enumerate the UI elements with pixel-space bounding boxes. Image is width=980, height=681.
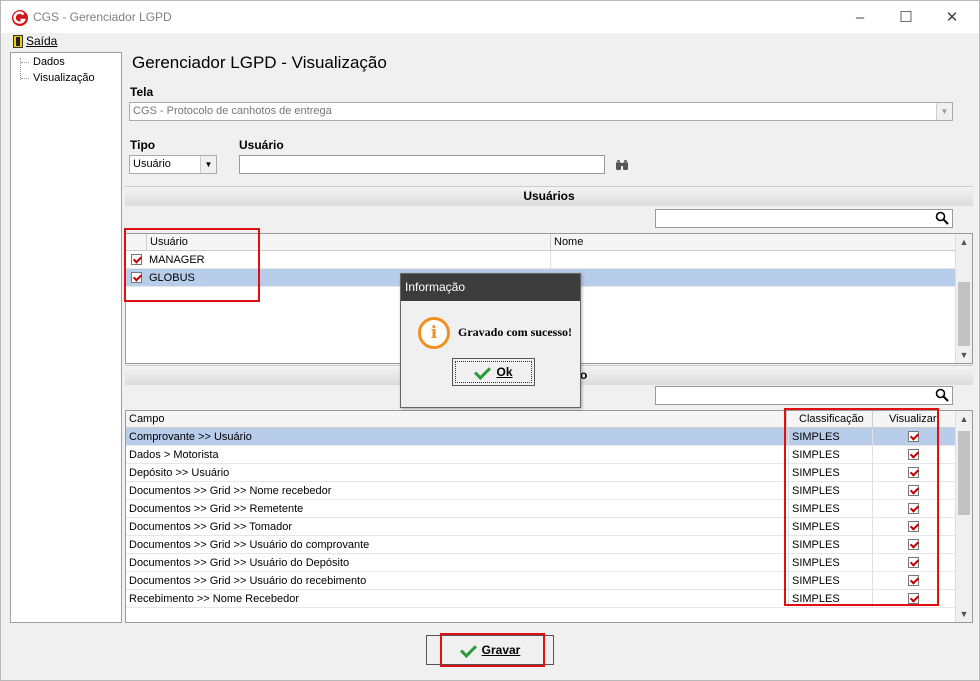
chevron-down-icon: ▼	[200, 156, 216, 173]
dialog-message: Gravado com sucesso!	[458, 325, 572, 339]
row-field: Documentos >> Grid >> Usuário do Depósit…	[129, 557, 350, 569]
title-bar: CGS - Gerenciador LGPD – ☐ ✕	[1, 1, 979, 33]
check-icon	[474, 365, 490, 379]
column-header-campo[interactable]: Campo	[126, 411, 786, 428]
search-icon[interactable]	[935, 211, 949, 225]
info-dialog: Informação i Gravado com sucesso! Ok	[400, 273, 581, 408]
scroll-thumb[interactable]	[958, 431, 970, 515]
scroll-up-icon[interactable]: ▲	[956, 411, 972, 427]
scroll-thumb[interactable]	[958, 282, 970, 346]
app-logo-icon	[12, 10, 28, 26]
column-header-nome[interactable]: Nome	[550, 234, 956, 251]
app-window: CGS - Gerenciador LGPD – ☐ ✕ Saída Dados…	[0, 0, 980, 681]
exit-door-icon	[13, 34, 23, 48]
user-label: Usuário	[239, 138, 284, 152]
users-search-input[interactable]	[655, 209, 953, 228]
minimize-button[interactable]: –	[837, 1, 883, 33]
screen-select[interactable]: CGS - Protocolo de canhotos de entrega ▼	[129, 102, 953, 121]
highlight-save-button	[440, 633, 545, 667]
row-name	[550, 251, 956, 269]
row-field: Depósito >> Usuário	[129, 467, 230, 479]
close-button[interactable]: ✕	[929, 1, 975, 33]
type-label: Tipo	[130, 138, 156, 152]
binoculars-icon[interactable]	[615, 159, 629, 171]
scroll-up-icon[interactable]: ▲	[956, 234, 972, 250]
dialog-title: Informação	[401, 274, 580, 301]
highlight-classification-columns	[784, 408, 939, 606]
window-title: CGS - Gerenciador LGPD	[33, 10, 172, 24]
scroll-down-icon[interactable]: ▼	[956, 606, 972, 622]
search-icon[interactable]	[935, 388, 949, 402]
type-select-value: Usuário	[133, 158, 171, 170]
navigation-tree: Dados Visualização	[10, 52, 122, 623]
row-field: Dados > Motorista	[129, 449, 219, 461]
type-select[interactable]: Usuário ▼	[129, 155, 217, 174]
screen-select-value: CGS - Protocolo de canhotos de entrega	[133, 105, 332, 117]
row-field: Documentos >> Grid >> Nome recebedor	[129, 485, 332, 497]
row-field: Documentos >> Grid >> Usuário do comprov…	[129, 539, 370, 551]
menu-exit[interactable]: Saída	[13, 34, 57, 48]
maximize-button[interactable]: ☐	[883, 1, 929, 33]
ok-button[interactable]: Ok	[452, 358, 535, 386]
menu-bar: Saída	[1, 33, 979, 51]
row-field: Documentos >> Grid >> Usuário do recebim…	[129, 575, 367, 587]
users-scrollbar[interactable]: ▲ ▼	[955, 234, 972, 363]
screen-label: Tela	[130, 85, 154, 99]
scroll-down-icon[interactable]: ▼	[956, 347, 972, 363]
highlight-users-checkboxes	[124, 228, 260, 302]
fields-scrollbar[interactable]: ▲ ▼	[955, 411, 972, 622]
fields-section-title: o	[580, 368, 588, 382]
row-field: Comprovante >> Usuário	[129, 431, 252, 443]
row-field: Documentos >> Grid >> Tomador	[129, 521, 293, 533]
tree-item-visualizacao[interactable]: Visualização	[33, 72, 95, 84]
chevron-down-icon: ▼	[936, 103, 952, 120]
users-section-header: Usuários	[125, 186, 973, 206]
row-field: Recebimento >> Nome Recebedor	[129, 593, 299, 605]
user-input[interactable]	[239, 155, 605, 174]
row-name	[550, 269, 956, 287]
page-title: Gerenciador LGPD - Visualização	[132, 53, 387, 72]
info-icon: i	[418, 317, 450, 349]
fields-search-input[interactable]	[655, 386, 953, 405]
menu-exit-label: Saída	[26, 34, 58, 48]
tree-item-dados[interactable]: Dados	[33, 56, 65, 68]
row-field: Documentos >> Grid >> Remetente	[129, 503, 304, 515]
